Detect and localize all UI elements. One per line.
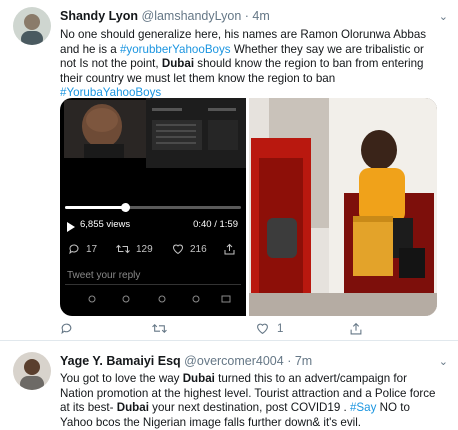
retweet-button[interactable]: [152, 322, 175, 335]
like-icon: [256, 322, 269, 335]
video-reply-count: 17: [86, 243, 98, 255]
embedded-video[interactable]: 6,855 views 0:40 / 1:59 17 129 216 Tweet…: [60, 98, 246, 316]
share-icon: [350, 322, 362, 335]
media-container: 6,855 views 0:40 / 1:59 17 129 216 Tweet…: [60, 98, 437, 316]
tweet-header: Yage Y. Bamaiyi Esq @overcomer4004 · 7m: [60, 354, 313, 368]
retweet-icon: [116, 243, 130, 255]
tweet-text: No one should generalize here, his names…: [60, 28, 427, 99]
like-count: 1: [277, 322, 284, 335]
reply-button[interactable]: [60, 322, 81, 335]
chevron-down-icon[interactable]: ⌄: [439, 355, 448, 368]
video-nav-bar: [60, 293, 246, 313]
hashtag-link[interactable]: #yorubberYahooBoys: [120, 43, 231, 56]
search-icon[interactable]: [120, 293, 132, 305]
retweet-icon: [152, 322, 167, 335]
reply-icon: [60, 322, 73, 335]
timestamp[interactable]: 4m: [252, 9, 269, 23]
like-button[interactable]: 1: [256, 322, 283, 335]
play-icon[interactable]: [67, 222, 75, 232]
video-retweet-button[interactable]: 129: [116, 243, 153, 255]
share-button[interactable]: [350, 322, 362, 335]
user-handle[interactable]: @lamshandyLyon: [142, 9, 242, 23]
tweet-divider: [0, 340, 458, 341]
video-like-count: 216: [190, 243, 207, 255]
view-count: 6,855 views: [80, 219, 131, 230]
display-name[interactable]: Yage Y. Bamaiyi Esq: [60, 354, 181, 368]
avatar[interactable]: [13, 352, 51, 390]
video-progress-fill: [65, 206, 125, 209]
reply-icon: [68, 243, 80, 255]
tweet-action-bar: 1: [60, 322, 440, 340]
user-handle[interactable]: @overcomer4004: [184, 354, 284, 368]
video-retweet-count: 129: [136, 243, 153, 255]
video-like-button[interactable]: 216: [172, 243, 207, 255]
video-progress-bar[interactable]: [65, 203, 241, 212]
hashtag-link[interactable]: #Say: [350, 401, 376, 414]
like-icon: [172, 243, 184, 255]
tweet-yage-bamaiyi[interactable]: Yage Y. Bamaiyi Esq @overcomer4004 · 7m …: [0, 342, 458, 430]
avatar[interactable]: [13, 7, 51, 45]
tweet-photo[interactable]: [249, 98, 437, 316]
video-thumbnail: [64, 100, 146, 158]
divider: [65, 284, 241, 285]
video-overlay-panel: [146, 98, 246, 168]
tweet-shandy-lyon[interactable]: Shandy Lyon @lamshandyLyon · 4m ⌄ No one…: [0, 0, 458, 340]
video-reply-button[interactable]: 17: [68, 243, 97, 255]
tweet-text: You got to love the way Dubai turned thi…: [60, 372, 436, 429]
timestamp[interactable]: 7m: [295, 354, 312, 368]
mail-icon[interactable]: [220, 293, 232, 305]
video-reply-input[interactable]: Tweet your reply: [67, 270, 140, 281]
notifications-icon[interactable]: [156, 293, 168, 305]
home-icon[interactable]: [86, 293, 98, 305]
video-share-button[interactable]: [224, 243, 235, 255]
display-name[interactable]: Shandy Lyon: [60, 9, 138, 23]
tweet-header: Shandy Lyon @lamshandyLyon · 4m: [60, 9, 270, 23]
chevron-down-icon[interactable]: ⌄: [439, 10, 448, 23]
messages-icon[interactable]: [190, 293, 202, 305]
video-progress-handle[interactable]: [120, 203, 130, 212]
video-time: 0:40 / 1:59: [193, 219, 238, 230]
share-icon: [224, 243, 235, 255]
